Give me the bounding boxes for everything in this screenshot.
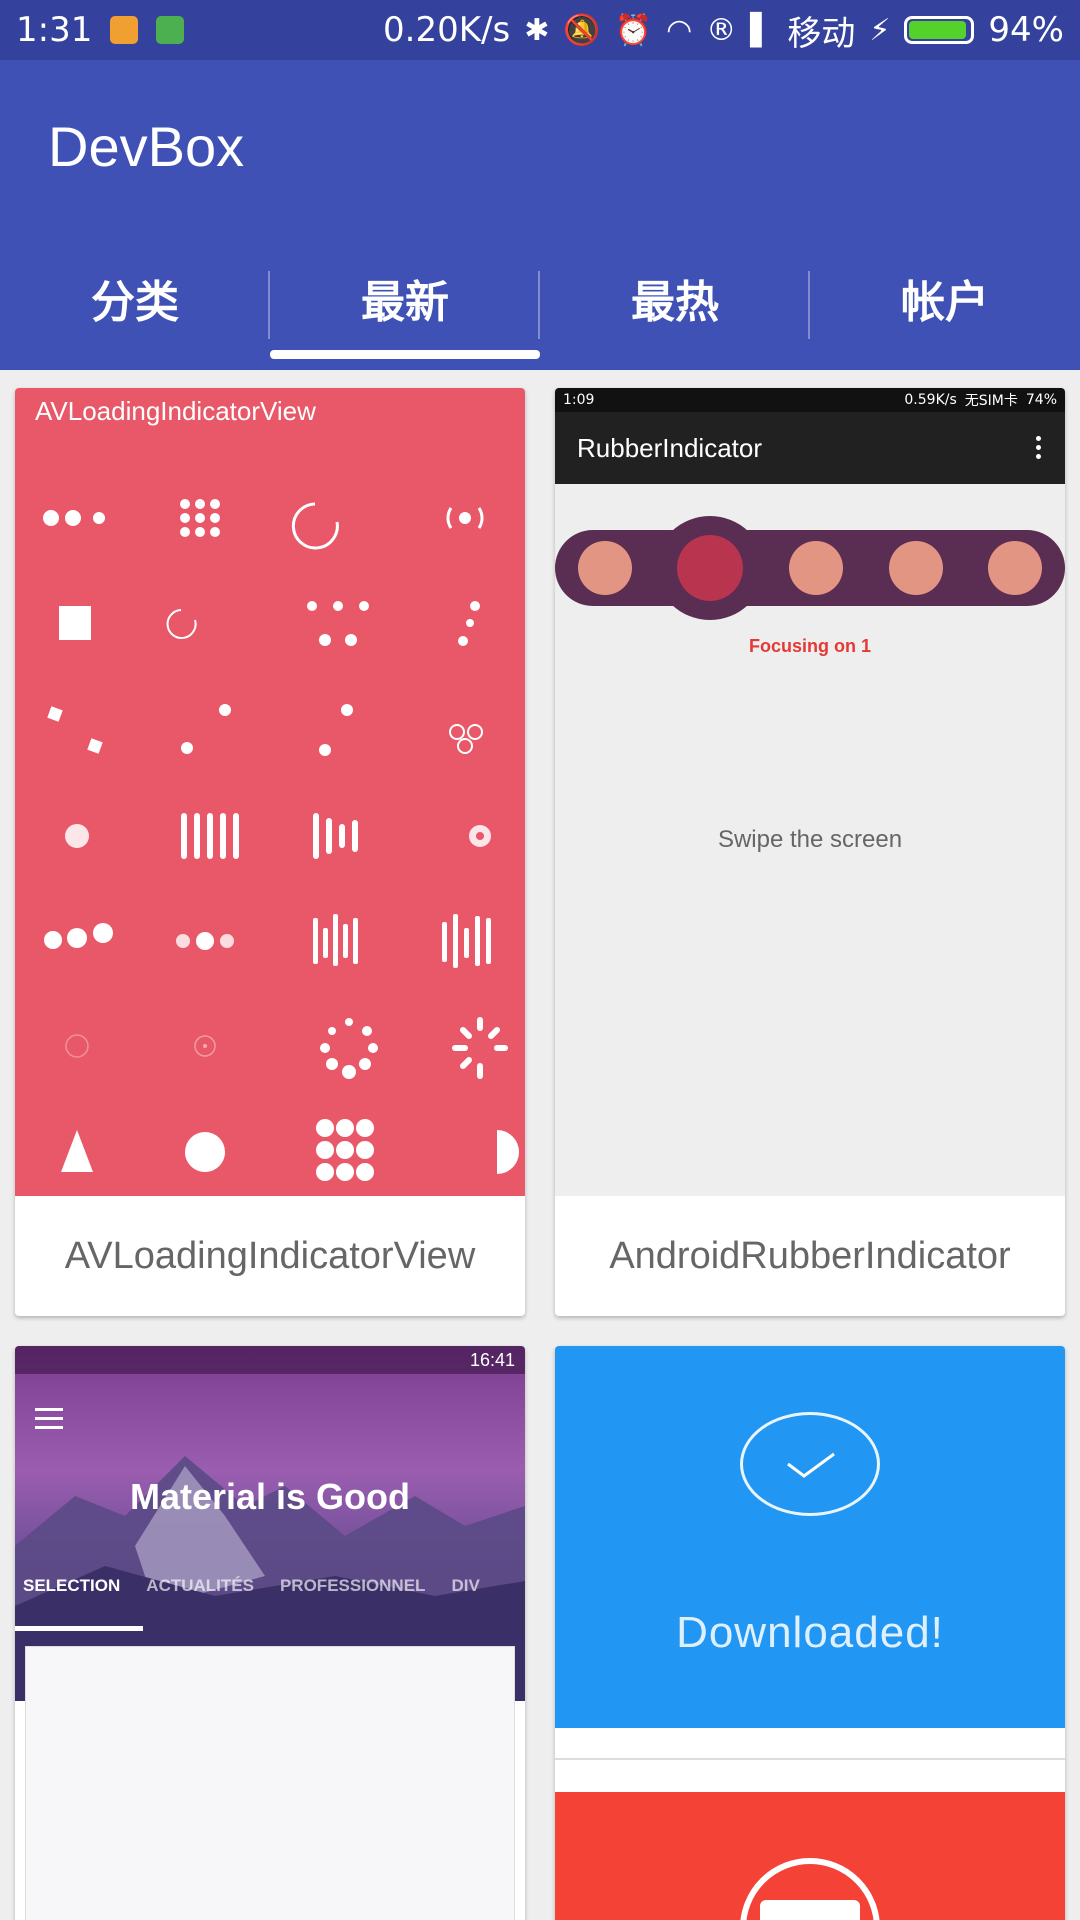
card-title: AndroidRubberIndicator xyxy=(609,1234,1011,1277)
app-title: DevBox xyxy=(48,115,245,178)
preview-status-bar: 1:09 0.59K/s 无SIM卡 74% xyxy=(555,388,1065,412)
preview-status-time: 1:09 xyxy=(563,392,595,408)
preview-status-speed: 0.59K/s xyxy=(904,392,957,408)
tab-category[interactable]: 分类 xyxy=(0,255,270,370)
carrier-name: 移动 xyxy=(787,13,856,54)
preview-tab: PROFESSIONNEL xyxy=(279,1576,426,1595)
battery-icon xyxy=(904,16,975,44)
preview-tab: DIV xyxy=(451,1576,480,1595)
card-preview-image: AVLoadingIndicatorView xyxy=(15,388,525,1196)
checkmark-circle-icon xyxy=(740,1412,880,1516)
tab-label: 最热 xyxy=(631,276,719,328)
tab-label: 分类 xyxy=(91,276,179,328)
library-card-downloaded[interactable]: Downloaded! xyxy=(555,1346,1065,1920)
card-preview-image: 1:09 0.59K/s 无SIM卡 74% RubberIndicator F… xyxy=(555,388,1065,1196)
preview-hint-text: Swipe the screen xyxy=(717,826,903,853)
wifi-icon: ◠ xyxy=(666,12,693,48)
tab-indicator xyxy=(270,350,540,359)
preview-tab-indicator xyxy=(15,1626,143,1631)
alarm-icon: ⏰ xyxy=(614,12,653,48)
loading-indicators-grid xyxy=(43,499,519,1181)
preview-content-sheet xyxy=(25,1646,515,1920)
preview-message: Downloaded! xyxy=(676,1608,944,1657)
tab-account[interactable]: 帐户 xyxy=(810,255,1080,370)
tab-label: 最新 xyxy=(361,276,449,328)
notification-app-icon xyxy=(110,16,139,44)
status-time: 1:31 xyxy=(16,10,93,50)
library-card-material[interactable]: 16:41 Material is Good SELECTION ACTUALI… xyxy=(15,1346,525,1920)
preview-focus-text: Focusing on 1 xyxy=(748,636,871,656)
library-card-rubberindicator[interactable]: 1:09 0.59K/s 无SIM卡 74% RubberIndicator F… xyxy=(555,388,1065,1316)
preview-headline: Material is Good xyxy=(129,1476,411,1517)
preview-tab: SELECTION xyxy=(23,1576,121,1595)
status-bar: 1:31 0.20K/s ✱ 🔕 ⏰ ◠ ® ▌ 移动 ⚡ 94% xyxy=(0,0,1080,60)
signal-icon: ▌ xyxy=(750,12,774,48)
divider xyxy=(555,1758,1065,1760)
bluetooth-icon: ✱ xyxy=(524,12,550,48)
preview-status-time: 16:41 xyxy=(469,1349,515,1370)
rubber-indicator xyxy=(555,516,1065,620)
preview-status-bar: 16:41 xyxy=(15,1346,525,1374)
battery-percent: 94% xyxy=(988,10,1064,50)
registered-icon: ® xyxy=(706,12,737,48)
preview-status-battery: 74% xyxy=(1025,392,1057,408)
preview-tabs: SELECTION ACTUALITÉS PROFESSIONNEL DIV xyxy=(23,1576,480,1596)
menu-icon xyxy=(35,1408,63,1429)
mute-icon: 🔕 xyxy=(563,12,601,48)
tab-hottest[interactable]: 最热 xyxy=(540,255,810,370)
preview-toolbar-title: RubberIndicator xyxy=(577,432,762,463)
android-debug-icon xyxy=(156,16,185,44)
tab-bar: 分类 最新 最热 帐户 xyxy=(0,255,1080,370)
tab-label: 帐户 xyxy=(901,276,989,328)
app-bar: DevBox 分类 最新 最热 帐户 xyxy=(0,60,1080,370)
overflow-menu-icon xyxy=(1036,436,1041,459)
preview-toolbar: RubberIndicator xyxy=(555,412,1065,484)
toggle-icon xyxy=(760,1900,860,1920)
library-card-avloading[interactable]: AVLoadingIndicatorView AVLoadingIndicato… xyxy=(15,388,525,1316)
network-speed: 0.20K/s xyxy=(383,10,511,50)
card-title: AVLoadingIndicatorView xyxy=(64,1234,476,1277)
secondary-preview-image xyxy=(555,1792,1065,1920)
card-preview-image: Downloaded! xyxy=(555,1346,1065,1728)
preview-status-carrier: 无SIM卡 xyxy=(964,393,1018,409)
charging-icon: ⚡ xyxy=(869,12,891,48)
preview-tab: ACTUALITÉS xyxy=(146,1576,254,1595)
